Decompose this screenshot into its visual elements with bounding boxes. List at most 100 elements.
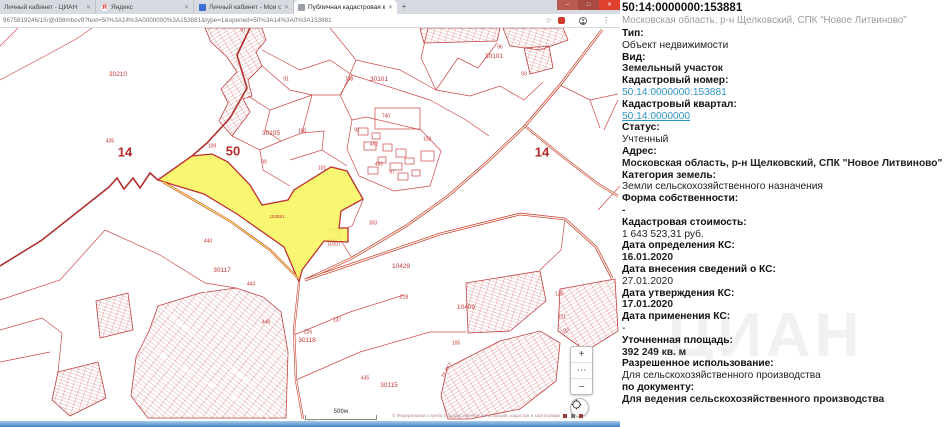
field-label: Дата определения КС:	[622, 240, 942, 252]
close-window-button[interactable]: ✕	[599, 0, 620, 10]
field-label: по документу:	[622, 382, 942, 394]
map-parcel-label: 96	[497, 46, 503, 51]
map-parcel-label: 171	[558, 316, 566, 321]
layers-icon[interactable]	[579, 414, 583, 418]
profile-icon[interactable]	[579, 17, 587, 25]
map-parcel-label: 740	[382, 115, 390, 120]
field-value: Московская область, р-н Щелковский, СПК …	[622, 158, 942, 170]
parcel-number-title: 50:14:0000000:153881	[622, 2, 742, 14]
map-parcel-label: 435	[361, 377, 369, 382]
field-label: Кадастровая стоимость:	[622, 217, 942, 229]
site-favicon	[199, 4, 206, 11]
zoom-out-button[interactable]: –	[571, 379, 592, 394]
field-value-link[interactable]: 50:14:0000000:153881	[622, 87, 942, 99]
map-parcel-label: 30117	[213, 268, 231, 275]
map-scale-bar: 500м 200	[305, 409, 377, 420]
field-value: Для сельскохозяйственного производства	[622, 370, 942, 382]
tab-title: Публичная кадастровая карта	[308, 4, 385, 11]
yandex-favicon: Я	[101, 4, 108, 11]
map-parcel-label: 97	[240, 29, 246, 34]
field-label: Дата внесения сведений о КС:	[622, 264, 942, 276]
field-label: Форма собственности:	[622, 193, 942, 205]
field-value-link[interactable]: 50:14:0000000	[622, 111, 942, 123]
field-label: Категория земель:	[622, 170, 942, 182]
map-parcel-label: 103	[423, 138, 431, 143]
field-value: 27.01.2020	[622, 276, 942, 288]
field-value: -	[622, 323, 942, 335]
window-controls: – □ ✕	[557, 0, 620, 10]
map-parcel-label: 93	[521, 73, 527, 78]
bookmark-star-icon[interactable]: ☆	[545, 16, 552, 25]
map-parcel-label: 30101	[485, 54, 503, 61]
field-label: Адрес:	[622, 146, 942, 158]
map-parcel-label: 91	[354, 129, 360, 134]
close-icon[interactable]: ✕	[388, 4, 393, 11]
plus-icon[interactable]	[571, 414, 575, 418]
tab-bar: Личный кабинет - ЦИАН ✕ Я Яндекс ✕ Личны…	[0, 0, 620, 14]
field-label: Кадастровый квартал:	[622, 99, 942, 111]
map-parcel-label: 92	[563, 330, 569, 335]
map-parcel-label: 446	[262, 321, 270, 326]
tab-public-cadastral-map[interactable]: Публичная кадастровая карта ✕	[294, 0, 397, 14]
map-corner-icons[interactable]	[563, 414, 583, 418]
map-parcel-label: 482	[375, 163, 383, 168]
more-tools-button[interactable]: ⋯	[571, 363, 592, 379]
close-icon[interactable]: ✕	[184, 4, 189, 11]
map-parcel-label: 440	[204, 240, 212, 245]
field-label: Дата утверждения КС:	[622, 288, 942, 300]
field-label: Разрешенное использование:	[622, 358, 942, 370]
field-label: Уточненная площадь:	[622, 335, 942, 347]
browser-menu-icon[interactable]: ⋮	[602, 16, 610, 25]
map-parcel-label: 10429	[392, 264, 410, 271]
field-value: Для ведения сельскохозяйственного произв…	[622, 394, 942, 406]
map-parcel-label: 50	[226, 145, 240, 158]
parcel-address-subtitle: Московская область, р-н Щелковский, СПК …	[622, 15, 907, 26]
tab-cian-account[interactable]: Личный кабинет - ЦИАН ✕	[0, 0, 96, 14]
field-value: Объект недвижимости	[622, 40, 942, 52]
extension-icon[interactable]	[558, 17, 565, 24]
new-tab-button[interactable]: +	[399, 2, 409, 12]
map-parcel-label: 91	[283, 78, 289, 83]
map-parcel-label: 30210	[109, 72, 127, 79]
map-parcel-label: 30118	[298, 338, 316, 345]
site-favicon	[298, 4, 305, 11]
map-parcel-label: 137	[333, 319, 341, 324]
url-bar[interactable]: 9675819246/15/@d98mbov9?text=50%3A14%3A0…	[0, 14, 620, 28]
field-label: Тип:	[622, 28, 942, 40]
minimize-button[interactable]: –	[557, 0, 578, 10]
field-value: Земли сельскохозяйственного назначения	[622, 181, 942, 193]
map-parcel-label: 218	[400, 296, 408, 301]
tab-title: Яндекс	[111, 4, 181, 11]
screenshot-root: 5014143021073830101963010193979130105100…	[0, 0, 944, 427]
map-parcel-label: 30115	[380, 383, 398, 390]
close-icon[interactable]: ✕	[284, 4, 289, 11]
tab-yandex[interactable]: Я Яндекс ✕	[97, 0, 194, 14]
map-parcel-label: 10409	[457, 305, 475, 312]
map-parcel-label: 125	[555, 293, 563, 298]
map-parcel-label: 30101	[370, 77, 388, 84]
tab-title: Личный кабинет - Мои объек...	[209, 4, 281, 11]
map-parcel-label: 14	[535, 146, 549, 159]
map-parcel-label: 97	[389, 171, 395, 176]
zoom-in-button[interactable]: +	[571, 347, 592, 363]
field-value: -	[622, 205, 942, 217]
cadastral-map[interactable]: 5014143021073830101963010193979130105100…	[0, 0, 620, 427]
selected-parcel-highlight[interactable]	[158, 154, 363, 282]
map-zoom-control[interactable]: + ⋯ –	[570, 346, 593, 395]
browser-chrome: Личный кабинет - ЦИАН ✕ Я Яндекс ✕ Личны…	[0, 0, 620, 28]
map-parcel-label: 99	[261, 161, 267, 166]
map-parcel-label: 109	[208, 145, 216, 150]
tab-my-objects[interactable]: Личный кабинет - Мои объек... ✕	[195, 0, 294, 14]
maximize-button[interactable]: □	[578, 0, 599, 10]
flag-icon[interactable]	[563, 414, 567, 418]
map-parcel-label: 105	[452, 342, 460, 347]
map-parcel-label: 303	[369, 222, 377, 227]
map-parcel-label: 30105	[262, 131, 280, 138]
field-label: Кадастровый номер:	[622, 75, 942, 87]
field-value: Земельный участок	[622, 63, 942, 75]
cadastral-map-linework	[0, 0, 620, 427]
scale-line	[305, 415, 377, 420]
map-parcel-label: 452	[370, 143, 378, 148]
close-icon[interactable]: ✕	[86, 4, 91, 11]
url-text[interactable]: 9675819246/15/@d98mbov9?text=50%3A14%3A0…	[3, 17, 332, 24]
